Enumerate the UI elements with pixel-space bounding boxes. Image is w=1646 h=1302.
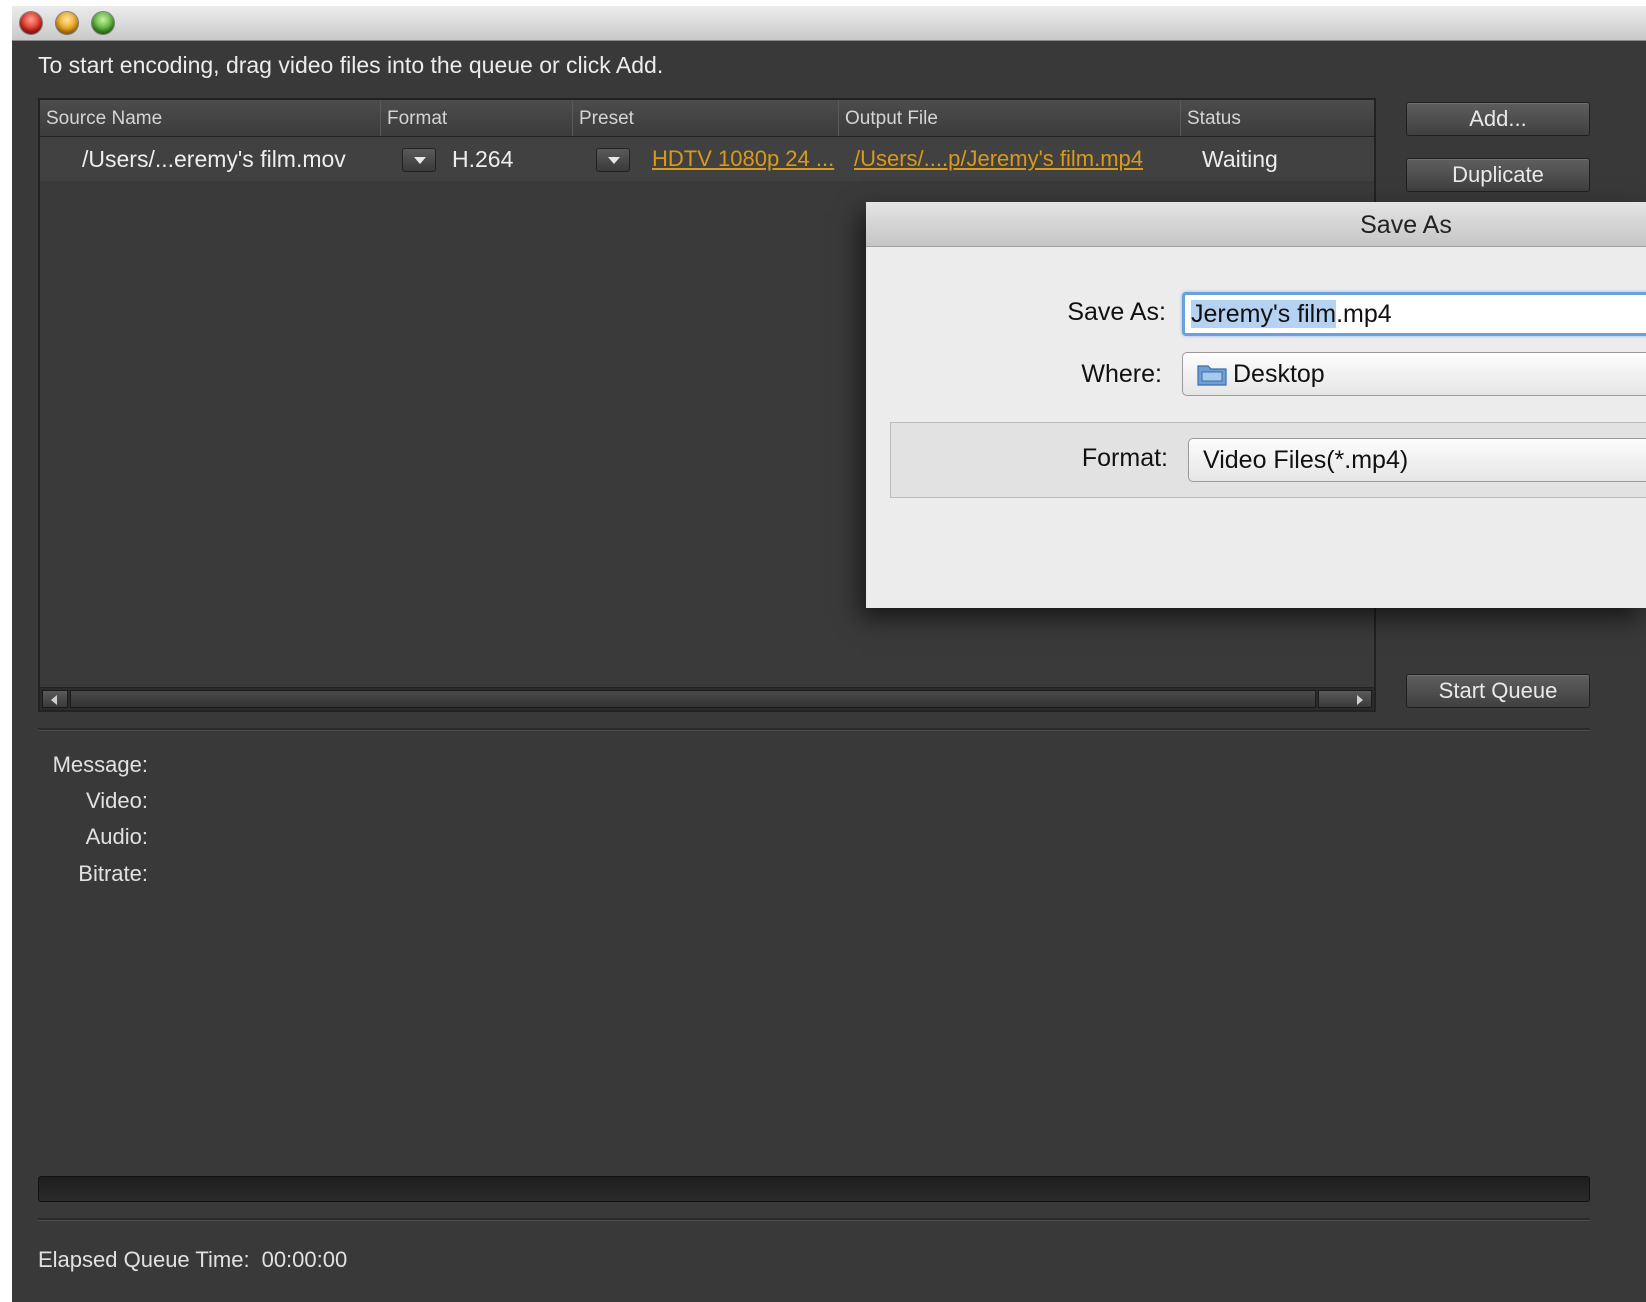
- column-output-file[interactable]: Output File: [838, 100, 1180, 136]
- filename-selection: Jeremy's film: [1191, 300, 1337, 328]
- elapsed-label: Elapsed Queue Time:: [38, 1247, 250, 1272]
- save-dialog-title-bar: Save As: [866, 202, 1646, 247]
- output-file-link[interactable]: /Users/....p/Jeremy's film.mp4: [854, 137, 1143, 181]
- where-label: Where:: [1081, 360, 1162, 388]
- column-format[interactable]: Format: [380, 100, 572, 136]
- save-as-dialog: Save As Save As: Jeremy's film.mp4 Where…: [866, 202, 1646, 608]
- format-cell: H.264: [452, 146, 514, 172]
- source-name-cell: /Users/...eremy's film.mov: [82, 146, 346, 172]
- elapsed-queue-time: Elapsed Queue Time: 00:00:00: [38, 1247, 347, 1273]
- folder-icon: [1197, 365, 1227, 386]
- save-as-label: Save As:: [1067, 298, 1166, 326]
- format-label: Format:: [1081, 444, 1168, 472]
- duplicate-button[interactable]: Duplicate: [1406, 158, 1590, 192]
- elapsed-value: 00:00:00: [261, 1247, 348, 1272]
- divider: [38, 728, 1590, 731]
- filename-extension: .mp4: [1336, 300, 1392, 328]
- encoder-window: To start encoding, drag video files into…: [12, 6, 1646, 1302]
- where-dropdown[interactable]: Desktop: [1182, 352, 1646, 396]
- title-bar: [12, 6, 1646, 41]
- close-window-button[interactable]: [20, 12, 42, 34]
- where-value: Desktop: [1233, 360, 1325, 388]
- format-dropdown-button[interactable]: [402, 148, 436, 172]
- zoom-window-button[interactable]: [92, 12, 114, 34]
- format-dropdown[interactable]: Video Files(*.mp4): [1188, 438, 1646, 482]
- scroll-left-arrow-icon[interactable]: [42, 690, 68, 708]
- video-label: Video:: [86, 788, 148, 813]
- preset-dropdown-button[interactable]: [596, 148, 630, 172]
- audio-label: Audio:: [85, 824, 148, 849]
- minimize-window-button[interactable]: [56, 12, 78, 34]
- save-dialog-title: Save As: [1360, 211, 1452, 239]
- column-source-name[interactable]: Source Name: [40, 100, 380, 136]
- queue-row[interactable]: /Users/...eremy's film.mov H.264 HDTV 10…: [40, 137, 1374, 181]
- divider: [38, 1218, 1590, 1221]
- column-status[interactable]: Status: [1180, 100, 1374, 136]
- start-queue-button[interactable]: Start Queue: [1406, 674, 1590, 708]
- message-label: Message:: [52, 752, 148, 777]
- column-preset[interactable]: Preset: [572, 100, 838, 136]
- status-cell: Waiting: [1202, 146, 1278, 172]
- queue-header: Source Name Format Preset Output File St…: [40, 100, 1374, 137]
- scrollbar-thumb[interactable]: [70, 690, 1316, 708]
- format-value: Video Files(*.mp4): [1203, 446, 1409, 474]
- instruction-text: To start encoding, drag video files into…: [38, 52, 664, 78]
- scroll-right-arrow-icon[interactable]: [1318, 690, 1372, 708]
- add-button[interactable]: Add...: [1406, 102, 1590, 136]
- filename-input[interactable]: Jeremy's film.mp4: [1182, 292, 1646, 336]
- preset-link[interactable]: HDTV 1080p 24 ...: [652, 137, 834, 181]
- bitrate-label: Bitrate:: [78, 861, 148, 886]
- horizontal-scrollbar[interactable]: [40, 687, 1374, 710]
- encoding-progress-bar: [38, 1176, 1590, 1202]
